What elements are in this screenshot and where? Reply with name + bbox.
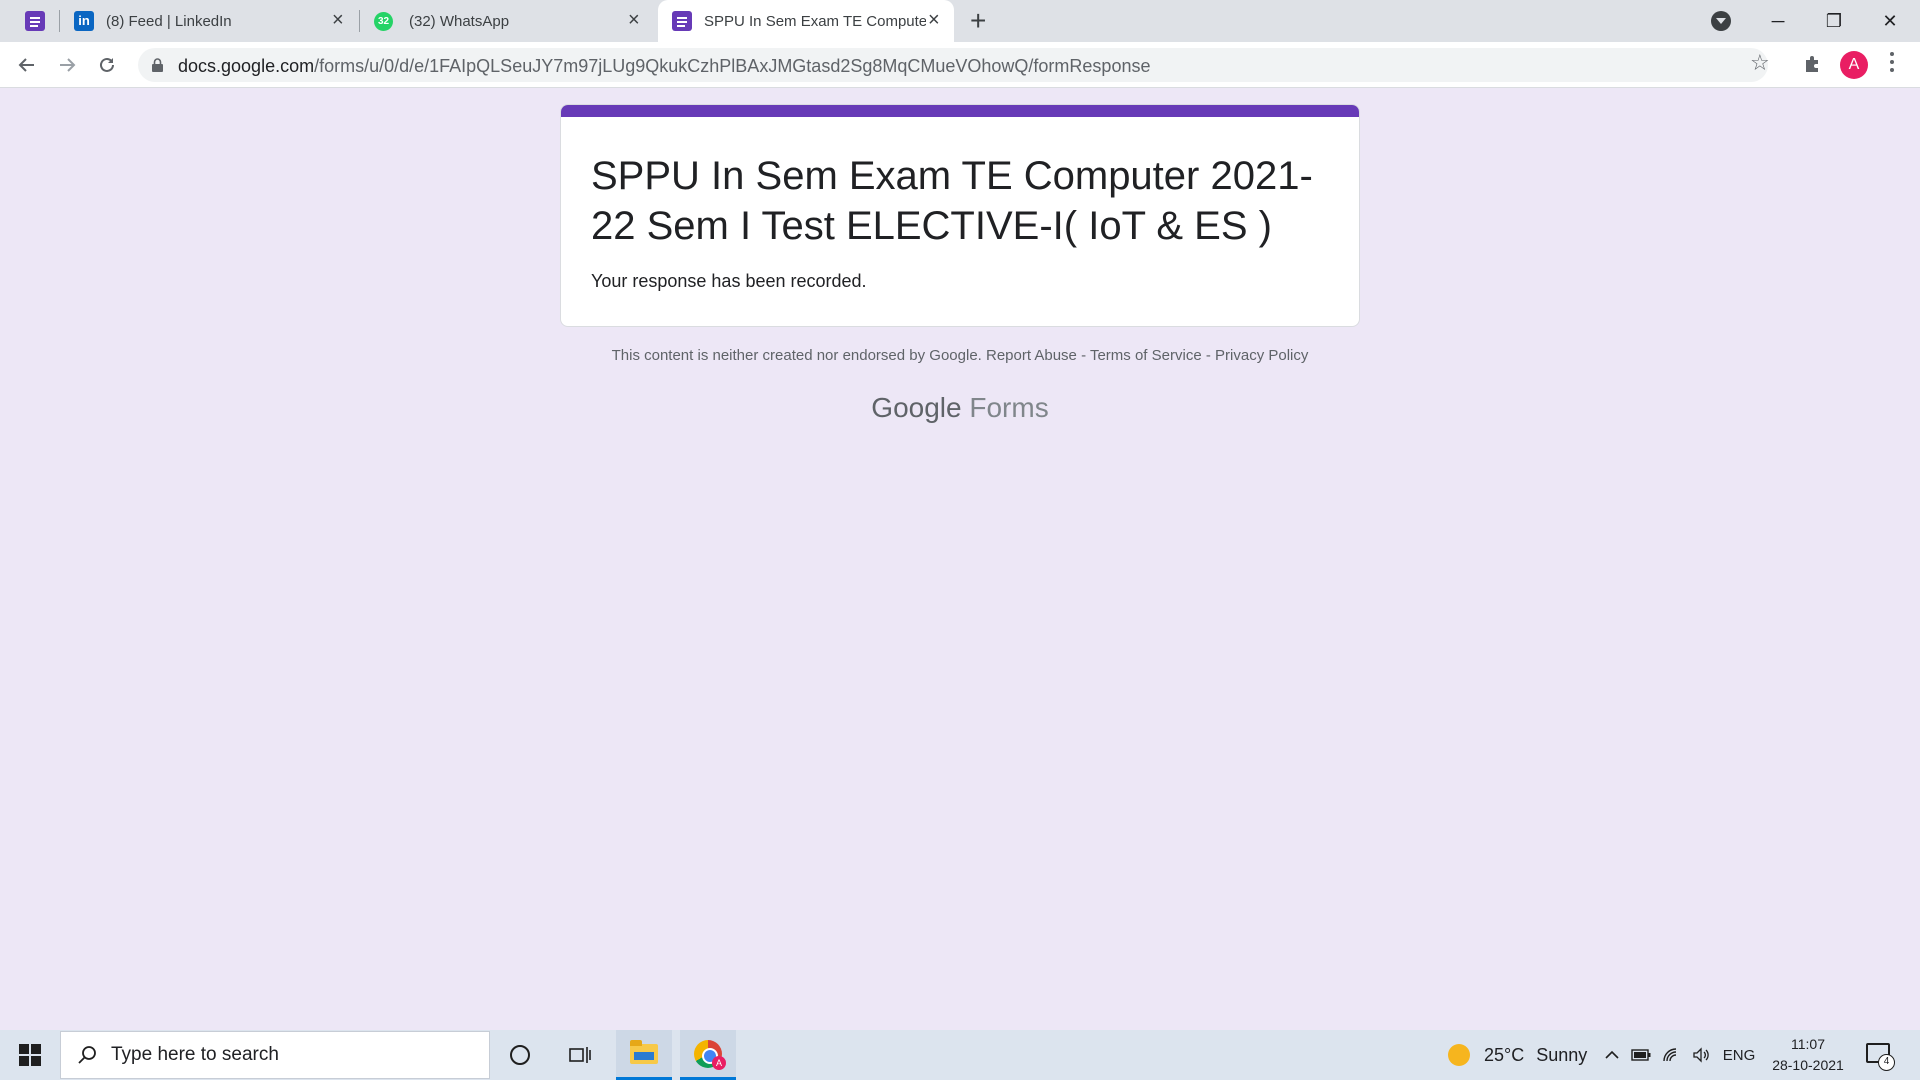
bookmark-star-icon[interactable]: ☆ (1750, 50, 1770, 76)
clock-date: 28-10-2021 (1772, 1057, 1844, 1073)
battery-button[interactable] (1628, 1030, 1654, 1080)
language-indicator[interactable]: ENG (1718, 1030, 1760, 1080)
weather-widget[interactable]: 25°C Sunny (1448, 1030, 1587, 1080)
address-bar[interactable]: docs.google.com/forms/u/0/d/e/1FAIpQLSeu… (138, 48, 1768, 82)
form-accent-bar (561, 105, 1359, 117)
folder-icon (630, 1039, 658, 1064)
search-placeholder: Type here to search (111, 1044, 279, 1065)
weather-temp: 25°C (1484, 1044, 1525, 1065)
url-text[interactable]: docs.google.com/forms/u/0/d/e/1FAIpQLSeu… (178, 56, 1150, 77)
tab-sppu-form[interactable]: SPPU In Sem Exam TE Computer × (658, 0, 954, 42)
clock-time: 11:07 (1791, 1036, 1825, 1052)
google-forms-logo[interactable]: Google Forms (0, 392, 1920, 424)
task-view-icon (569, 1047, 591, 1063)
chrome-profile-badge: A (712, 1056, 726, 1070)
start-button[interactable] (0, 1030, 60, 1080)
sun-icon (1448, 1044, 1470, 1066)
show-hidden-icons-button[interactable] (1600, 1030, 1624, 1080)
arrow-right-icon (60, 58, 76, 72)
close-icon[interactable]: × (628, 10, 640, 30)
reload-button[interactable] (92, 50, 122, 80)
weather-desc: Sunny (1536, 1044, 1588, 1065)
wifi-icon (1663, 1048, 1677, 1062)
minimize-button[interactable]: ─ (1750, 0, 1806, 42)
tab-label: (8) Feed | LinkedIn (106, 12, 232, 30)
tab-label: (32) WhatsApp (409, 12, 510, 30)
brand-google: Google (871, 392, 962, 423)
taskbar-search[interactable]: Type here to search (60, 1031, 490, 1079)
arrow-left-icon (18, 58, 34, 72)
whatsapp-icon: 32 (374, 11, 393, 31)
profile-avatar[interactable]: A (1840, 51, 1868, 79)
form-title: SPPU In Sem Exam TE Computer 2021-22 Sem… (591, 154, 1313, 248)
url-host: docs.google.com (178, 56, 315, 76)
privacy-policy-link[interactable]: Privacy Policy (1215, 347, 1308, 364)
chevron-up-icon (1605, 1050, 1619, 1059)
clock[interactable]: 11:07 28-10-2021 (1764, 1034, 1852, 1076)
form-confirmation-card: SPPU In Sem Exam TE Computer 2021-22 Sem… (560, 104, 1360, 327)
network-button[interactable] (1658, 1030, 1684, 1080)
tab-strip: in (8) Feed | LinkedIn × 32 (32) WhatsAp… (0, 0, 1920, 42)
separator: - (1201, 347, 1216, 364)
windows-taskbar: Type here to search A 25°C Sunny ENG 11:… (0, 1030, 1920, 1080)
tab-linkedin[interactable]: in (8) Feed | LinkedIn × (62, 0, 358, 42)
tab-separator (59, 10, 60, 32)
disclaimer-text: This content is neither created nor endo… (611, 347, 982, 364)
file-explorer-button[interactable] (616, 1030, 672, 1080)
speaker-icon (1693, 1047, 1709, 1063)
separator: - (1076, 347, 1090, 364)
close-icon[interactable]: × (332, 10, 344, 30)
lock-icon (152, 58, 163, 72)
tab-separator (359, 10, 360, 32)
tab-pinned-forms[interactable] (14, 0, 54, 42)
cortana-icon (510, 1045, 530, 1065)
brand-forms: Forms (969, 392, 1049, 423)
tab-search-icon[interactable] (1711, 11, 1731, 31)
volume-button[interactable] (1688, 1030, 1714, 1080)
search-icon (78, 1046, 96, 1064)
url-path: /forms/u/0/d/e/1FAIpQLSeuJY7m97jLUg9Qkuk… (314, 56, 1151, 76)
new-tab-button[interactable]: + (970, 6, 986, 36)
confirmation-message: Your response has been recorded. (591, 271, 867, 291)
browser-toolbar: docs.google.com/forms/u/0/d/e/1FAIpQLSeu… (0, 42, 1920, 88)
tab-label: SPPU In Sem Exam TE Computer (704, 12, 926, 30)
footer-disclaimer: This content is neither created nor endo… (0, 347, 1920, 364)
close-icon[interactable]: × (928, 10, 940, 30)
notification-count: 4 (1878, 1054, 1895, 1071)
restore-button[interactable]: ❐ (1806, 0, 1862, 42)
cortana-button[interactable] (492, 1030, 548, 1080)
google-forms-icon (25, 11, 45, 31)
close-window-button[interactable]: ✕ (1862, 0, 1918, 42)
linkedin-icon: in (74, 11, 94, 31)
chrome-taskbar-button[interactable]: A (680, 1030, 736, 1080)
report-abuse-link[interactable]: Report Abuse (986, 347, 1077, 364)
reload-icon (100, 57, 114, 72)
extensions-puzzle-icon[interactable] (1802, 52, 1824, 74)
menu-kebab-icon[interactable] (1890, 52, 1894, 76)
back-button[interactable] (12, 50, 42, 80)
task-view-button[interactable] (552, 1030, 608, 1080)
terms-of-service-link[interactable]: Terms of Service (1090, 347, 1202, 364)
forward-button[interactable] (52, 50, 82, 80)
battery-icon (1631, 1049, 1651, 1061)
tab-whatsapp[interactable]: 32 (32) WhatsApp × (362, 0, 658, 42)
google-forms-icon (672, 11, 692, 31)
windows-logo-icon (19, 1044, 41, 1066)
